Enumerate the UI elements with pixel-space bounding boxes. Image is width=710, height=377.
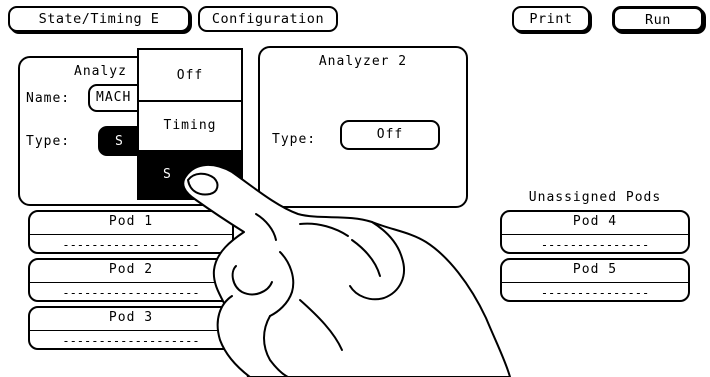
pointing-hand-illustration: [182, 164, 511, 377]
